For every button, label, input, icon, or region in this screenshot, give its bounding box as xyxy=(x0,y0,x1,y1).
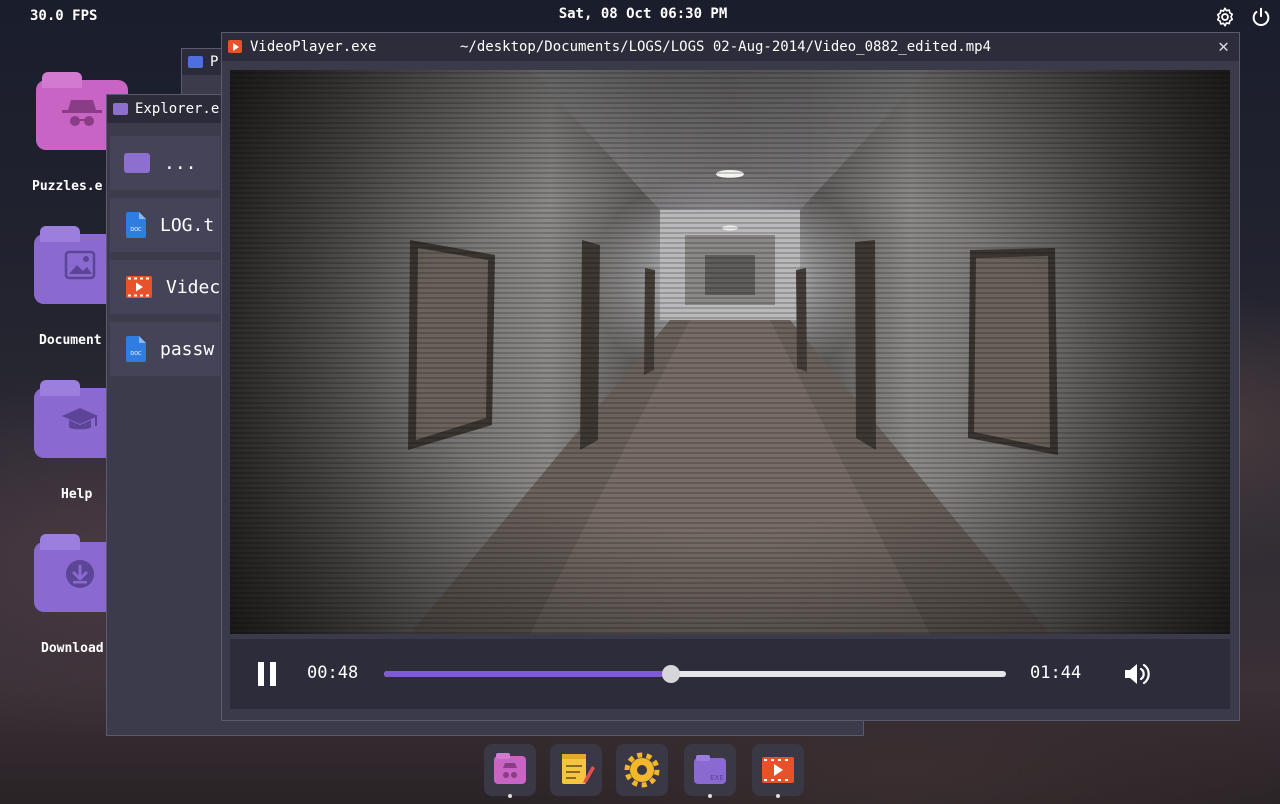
spy-folder-icon xyxy=(494,753,526,784)
pause-button[interactable] xyxy=(258,662,278,686)
folder-icon xyxy=(113,103,128,115)
file-path: ~/desktop/Documents/LOGS/LOGS 02-Aug-201… xyxy=(460,39,992,55)
explorer-item[interactable]: DOC LOG.t xyxy=(110,198,220,252)
desktop-icon-label: Puzzles.e xyxy=(32,179,103,194)
current-time: 00:48 xyxy=(307,663,359,683)
explorer-item-label: passw xyxy=(160,338,215,360)
svg-text:DOC: DOC xyxy=(130,351,142,357)
video-file-icon xyxy=(126,276,152,298)
seek-bar[interactable] xyxy=(384,665,1006,683)
desktop-icon-label: Document xyxy=(39,333,102,348)
window-titlebar[interactable]: VideoPlayer.exe ~/desktop/Documents/LOGS… xyxy=(222,33,1239,61)
gear-icon[interactable] xyxy=(1214,6,1236,28)
speaker-icon xyxy=(1125,663,1150,685)
svg-text:DOC: DOC xyxy=(130,227,142,233)
window-title: VideoPlayer.exe xyxy=(250,39,377,55)
volume-button[interactable] xyxy=(1123,661,1151,687)
window-title: Explorer.e xyxy=(135,101,220,117)
svg-text:EXE: EXE xyxy=(710,774,724,782)
video-player-icon xyxy=(228,40,242,53)
power-icon[interactable] xyxy=(1250,6,1272,28)
pause-icon xyxy=(270,662,276,686)
folder-icon xyxy=(188,56,203,68)
explorer-item[interactable]: ... xyxy=(110,136,220,190)
gear-icon xyxy=(624,752,660,788)
dock-item-explorer[interactable]: EXE xyxy=(684,744,736,798)
active-indicator xyxy=(776,794,780,798)
vignette-overlay xyxy=(230,70,1230,634)
exe-folder-icon: EXE xyxy=(694,755,726,784)
notepad-icon xyxy=(562,754,595,784)
doc-file-icon: DOC xyxy=(126,212,146,238)
dock-item-notes[interactable] xyxy=(550,744,602,796)
close-icon[interactable]: ✕ xyxy=(1218,36,1229,57)
dock-item-videoplayer[interactable] xyxy=(752,744,804,798)
window-title: P xyxy=(210,54,219,70)
dock-item-settings[interactable] xyxy=(616,744,668,796)
total-time: 01:44 xyxy=(1030,663,1082,683)
seek-bar-progress xyxy=(384,671,672,677)
pause-icon xyxy=(258,662,264,686)
doc-file-icon: DOC xyxy=(126,336,146,362)
system-clock: Sat, 08 Oct 06:30 PM xyxy=(558,6,728,22)
desktop-icon-label: Help xyxy=(61,487,93,502)
explorer-item[interactable]: Videc xyxy=(110,260,220,314)
explorer-item-label: ... xyxy=(164,152,197,174)
active-indicator xyxy=(708,794,712,798)
explorer-item[interactable]: DOC passw xyxy=(110,322,220,376)
explorer-item-label: Videc xyxy=(166,276,220,298)
video-player-window[interactable]: VideoPlayer.exe ~/desktop/Documents/LOGS… xyxy=(221,32,1240,721)
desktop-icon-label: Download xyxy=(41,641,104,656)
seek-bar-handle[interactable] xyxy=(662,665,681,683)
video-frame[interactable] xyxy=(230,70,1230,634)
playback-controls: 00:48 01:44 xyxy=(230,639,1230,709)
dock-item-puzzles[interactable] xyxy=(484,744,536,798)
video-player-icon xyxy=(762,757,794,783)
explorer-item-label: LOG.t xyxy=(160,214,215,236)
active-indicator xyxy=(508,794,512,798)
folder-icon xyxy=(124,153,150,173)
